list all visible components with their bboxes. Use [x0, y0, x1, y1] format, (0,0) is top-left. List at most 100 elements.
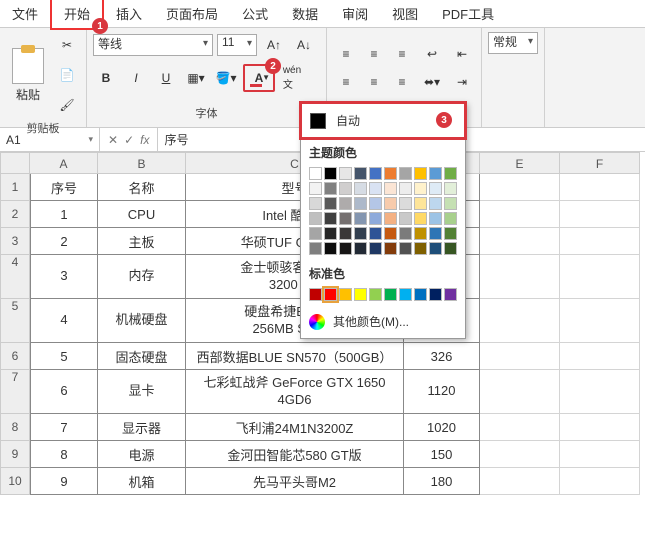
theme-color-swatch[interactable] [324, 242, 337, 255]
increase-font-button[interactable]: A↑ [261, 32, 287, 58]
cell[interactable] [560, 343, 640, 370]
theme-color-swatch[interactable] [384, 167, 397, 180]
cell[interactable]: CPU [98, 201, 186, 228]
theme-color-swatch[interactable] [324, 227, 337, 240]
cell[interactable]: 西部数据BLUE SN570（500GB） [186, 343, 404, 370]
cell[interactable] [480, 299, 560, 343]
theme-color-swatch[interactable] [339, 182, 352, 195]
cell[interactable] [560, 468, 640, 495]
cell[interactable]: 2 [30, 228, 98, 255]
cell[interactable] [480, 255, 560, 299]
col-header-B[interactable]: B [98, 152, 186, 174]
theme-color-swatch[interactable] [309, 167, 322, 180]
standard-color-swatch[interactable] [399, 288, 412, 301]
theme-color-swatch[interactable] [429, 182, 442, 195]
theme-color-swatch[interactable] [444, 212, 457, 225]
row-header[interactable]: 7 [0, 370, 30, 414]
cell[interactable] [480, 468, 560, 495]
border-button[interactable]: ▦▾ [183, 65, 209, 91]
cell[interactable] [480, 370, 560, 414]
cell[interactable] [560, 255, 640, 299]
cell[interactable]: 1120 [404, 370, 480, 414]
fx-button[interactable]: fx [140, 133, 149, 147]
number-format-combo[interactable]: 常规 [488, 32, 538, 54]
theme-color-swatch[interactable] [309, 227, 322, 240]
cell[interactable]: 9 [30, 468, 98, 495]
theme-color-swatch[interactable] [309, 197, 322, 210]
row-header[interactable]: 4 [0, 255, 30, 299]
theme-color-swatch[interactable] [414, 227, 427, 240]
cell[interactable]: 3 [30, 255, 98, 299]
theme-color-swatch[interactable] [399, 242, 412, 255]
align-right-button[interactable]: ≡ [389, 69, 415, 95]
cell[interactable]: 主板 [98, 228, 186, 255]
cell[interactable]: 1 [30, 201, 98, 228]
cell[interactable]: 机箱 [98, 468, 186, 495]
col-header-F[interactable]: F [560, 152, 640, 174]
cell[interactable]: 8 [30, 441, 98, 468]
theme-color-swatch[interactable] [444, 182, 457, 195]
enter-formula-button[interactable]: ✓ [124, 133, 134, 147]
cell[interactable]: 180 [404, 468, 480, 495]
cell[interactable] [560, 370, 640, 414]
theme-color-swatch[interactable] [354, 167, 367, 180]
cell[interactable] [480, 343, 560, 370]
theme-color-swatch[interactable] [324, 182, 337, 195]
theme-color-swatch[interactable] [324, 197, 337, 210]
theme-color-swatch[interactable] [324, 212, 337, 225]
theme-color-swatch[interactable] [429, 242, 442, 255]
theme-color-swatch[interactable] [369, 242, 382, 255]
cell[interactable] [560, 441, 640, 468]
align-middle-button[interactable]: ≡ [361, 41, 387, 67]
cell[interactable]: 7 [30, 414, 98, 441]
cut-button[interactable]: ✂ [54, 32, 80, 58]
theme-color-swatch[interactable] [414, 212, 427, 225]
theme-color-swatch[interactable] [399, 212, 412, 225]
cell[interactable] [480, 441, 560, 468]
theme-color-swatch[interactable] [414, 197, 427, 210]
auto-color-row[interactable]: 自动 3 [299, 101, 467, 140]
format-painter-button[interactable]: 🖌 [54, 92, 80, 118]
underline-button[interactable]: U [153, 65, 179, 91]
theme-color-swatch[interactable] [369, 182, 382, 195]
cell[interactable]: 先马平头哥M2 [186, 468, 404, 495]
cell[interactable]: 显示器 [98, 414, 186, 441]
theme-color-swatch[interactable] [399, 197, 412, 210]
menu-开始[interactable]: 开始1 [50, 0, 104, 30]
cell[interactable] [480, 228, 560, 255]
theme-color-swatch[interactable] [354, 182, 367, 195]
standard-color-swatch[interactable] [369, 288, 382, 301]
theme-color-swatch[interactable] [384, 197, 397, 210]
merge-button[interactable]: ⬌▾ [419, 69, 445, 95]
theme-color-swatch[interactable] [444, 227, 457, 240]
row-header[interactable]: 3 [0, 228, 30, 255]
more-colors-row[interactable]: 其他颜色(M)... [301, 305, 465, 338]
theme-color-swatch[interactable] [414, 167, 427, 180]
align-center-button[interactable]: ≡ [361, 69, 387, 95]
row-header[interactable]: 5 [0, 299, 30, 343]
theme-color-swatch[interactable] [339, 197, 352, 210]
cell[interactable] [480, 414, 560, 441]
theme-color-swatch[interactable] [399, 167, 412, 180]
name-box[interactable]: A1 [0, 128, 100, 151]
standard-color-swatch[interactable] [339, 288, 352, 301]
theme-color-swatch[interactable] [369, 212, 382, 225]
menu-文件[interactable]: 文件 [0, 0, 50, 28]
theme-color-swatch[interactable] [354, 212, 367, 225]
phonetic-button[interactable]: wén文 [279, 65, 305, 91]
theme-color-swatch[interactable] [339, 167, 352, 180]
theme-color-swatch[interactable] [339, 212, 352, 225]
align-top-button[interactable]: ≡ [333, 41, 359, 67]
cell[interactable]: 序号 [30, 174, 98, 201]
paste-button[interactable]: 粘贴 [6, 48, 50, 103]
theme-color-swatch[interactable] [369, 227, 382, 240]
cell[interactable]: 机械硬盘 [98, 299, 186, 343]
theme-color-swatch[interactable] [354, 242, 367, 255]
standard-color-swatch[interactable] [429, 288, 442, 301]
cell[interactable]: 326 [404, 343, 480, 370]
cell[interactable] [480, 174, 560, 201]
cell[interactable]: 1020 [404, 414, 480, 441]
row-header[interactable]: 2 [0, 201, 30, 228]
theme-color-swatch[interactable] [399, 182, 412, 195]
menu-审阅[interactable]: 审阅 [330, 0, 380, 28]
